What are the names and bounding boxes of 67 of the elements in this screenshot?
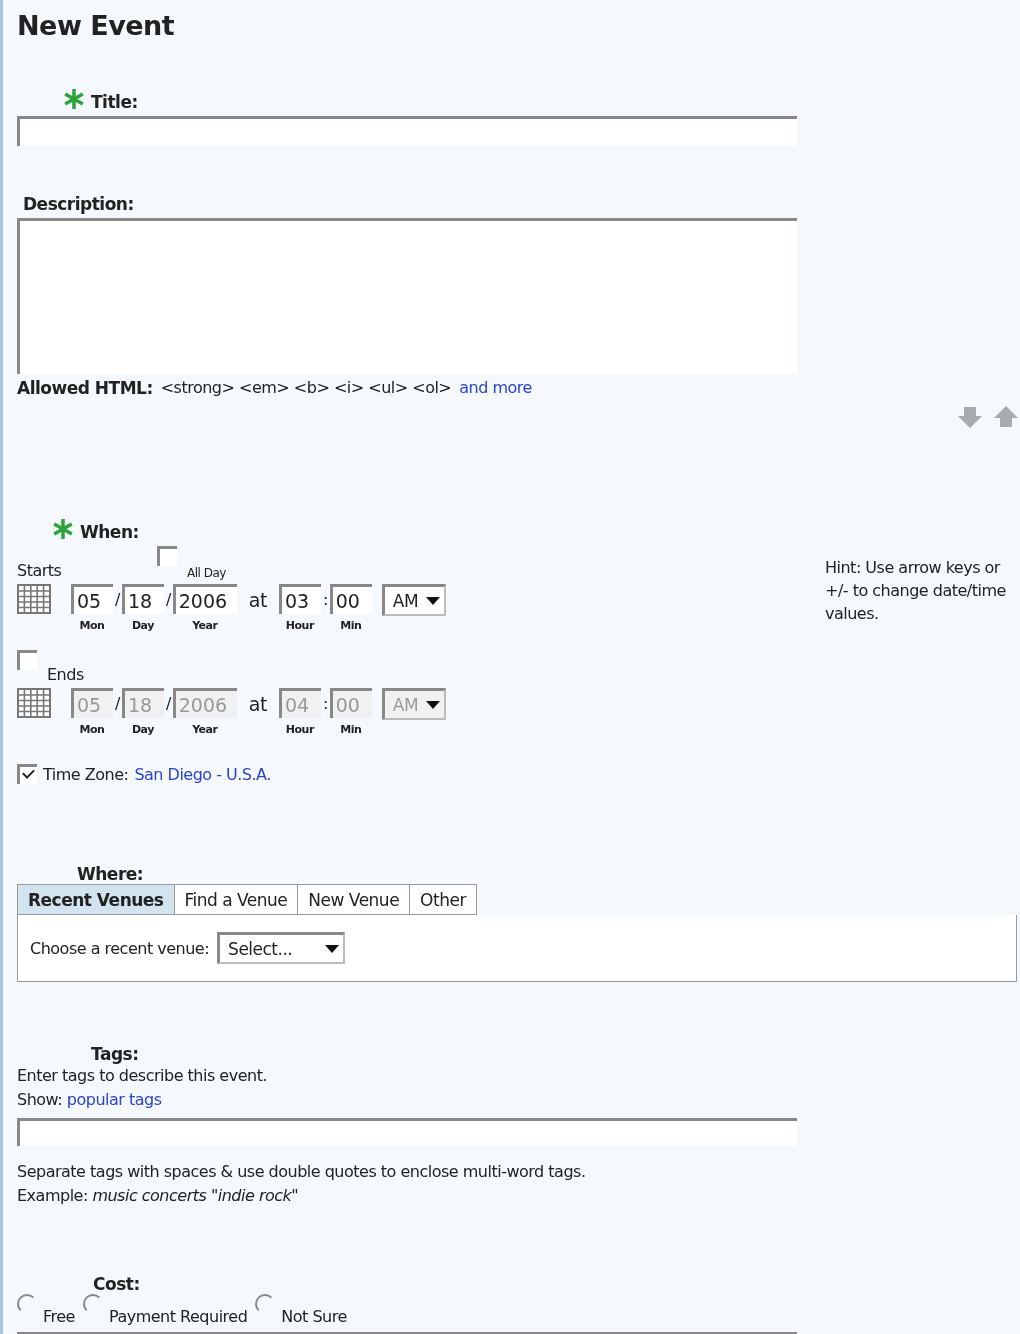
venue-tab[interactable]: Recent Venues [17,884,175,915]
move-down-icon[interactable] [956,405,984,429]
field-label: Tags: [91,1044,139,1064]
show-label: Show: [17,1090,63,1109]
tags-field[interactable] [17,1118,797,1146]
venue-tab[interactable]: Other [410,884,477,915]
venue-tab[interactable]: New Venue [298,884,411,915]
field-label: Where: [77,864,144,884]
field-caption: Mon [79,619,105,632]
tags-example: Example: music concerts "indie rock" [17,1185,300,1207]
description-field[interactable] [17,218,797,374]
field-label: Description: [23,194,134,214]
page-heading: New Event [17,9,176,43]
at-label: at [247,588,268,611]
field-caption: Year [192,723,218,736]
time-zone-checkbox[interactable] [17,764,37,784]
title-field[interactable] [17,116,797,146]
more-tags-link[interactable]: and more [459,378,532,398]
field-label: When: [80,522,139,542]
time-zone-label: Time Zone: [43,765,129,784]
calendar-icon[interactable] [17,584,51,614]
caret-icon [426,596,441,605]
tags-intro: Enter tags to describe this event. [17,1065,268,1087]
field-caption: Min [340,723,362,736]
field-label: Cost: [93,1274,140,1294]
venue-tab[interactable]: Find a Venue [174,884,299,915]
recent-venue-label: Choose a recent venue: [30,938,210,958]
field-label: Title: [91,92,138,112]
hint-text: Hint: Use arrow keys or +/- to change date/time values. [825,557,1007,625]
cost-option-label: Free [43,1307,75,1326]
date-separator: / [114,693,122,713]
move-up-icon[interactable] [992,405,1020,429]
allowed-html-tags: <strong> <em> <b> <i> <ul> <ol> [160,378,452,398]
field-caption: Day [131,619,154,632]
date-separator: / [164,693,173,713]
caret-icon [426,700,441,709]
venue-select[interactable]: Select... [217,932,346,964]
all-day-checkbox[interactable] [157,546,177,566]
field-caption: Mon [79,723,105,736]
field-caption: Min [340,619,362,632]
time-separator: : [321,589,329,609]
caret-icon [325,944,340,953]
popular-tags-link[interactable]: popular tags [66,1090,162,1109]
cost-option-label: Not Sure [281,1307,347,1326]
time-separator: : [321,693,329,713]
ends-label: Ends [47,665,85,684]
date-separator: / [114,589,122,609]
allowed-html-label: Allowed HTML: [17,378,153,398]
tags-note: Separate tags with spaces & use double quotes to enclose multi-word tags. [17,1161,587,1183]
calendar-icon[interactable] [17,688,51,718]
time-field[interactable]: 00 [329,584,372,614]
field-caption: Hour [285,619,314,632]
starts-label: Starts [17,561,63,580]
cost-option-label: Payment Required [108,1307,248,1326]
date-field[interactable]: 05 [71,584,113,614]
field-caption: Hour [285,723,314,736]
at-label: at [247,692,268,715]
am-pm-select[interactable]: AM [381,584,447,616]
time-field[interactable]: 03 [278,584,321,614]
date-separator: / [164,589,173,609]
date-field[interactable]: 18 [121,584,164,614]
time-zone-link[interactable]: San Diego - U.S.A. [134,765,271,784]
field-caption: Day [131,723,154,736]
ends-checkbox[interactable] [17,650,37,670]
field-caption: Year [192,619,218,632]
date-field[interactable]: 2006 [172,584,237,614]
all-day-label: All Day [187,566,226,580]
